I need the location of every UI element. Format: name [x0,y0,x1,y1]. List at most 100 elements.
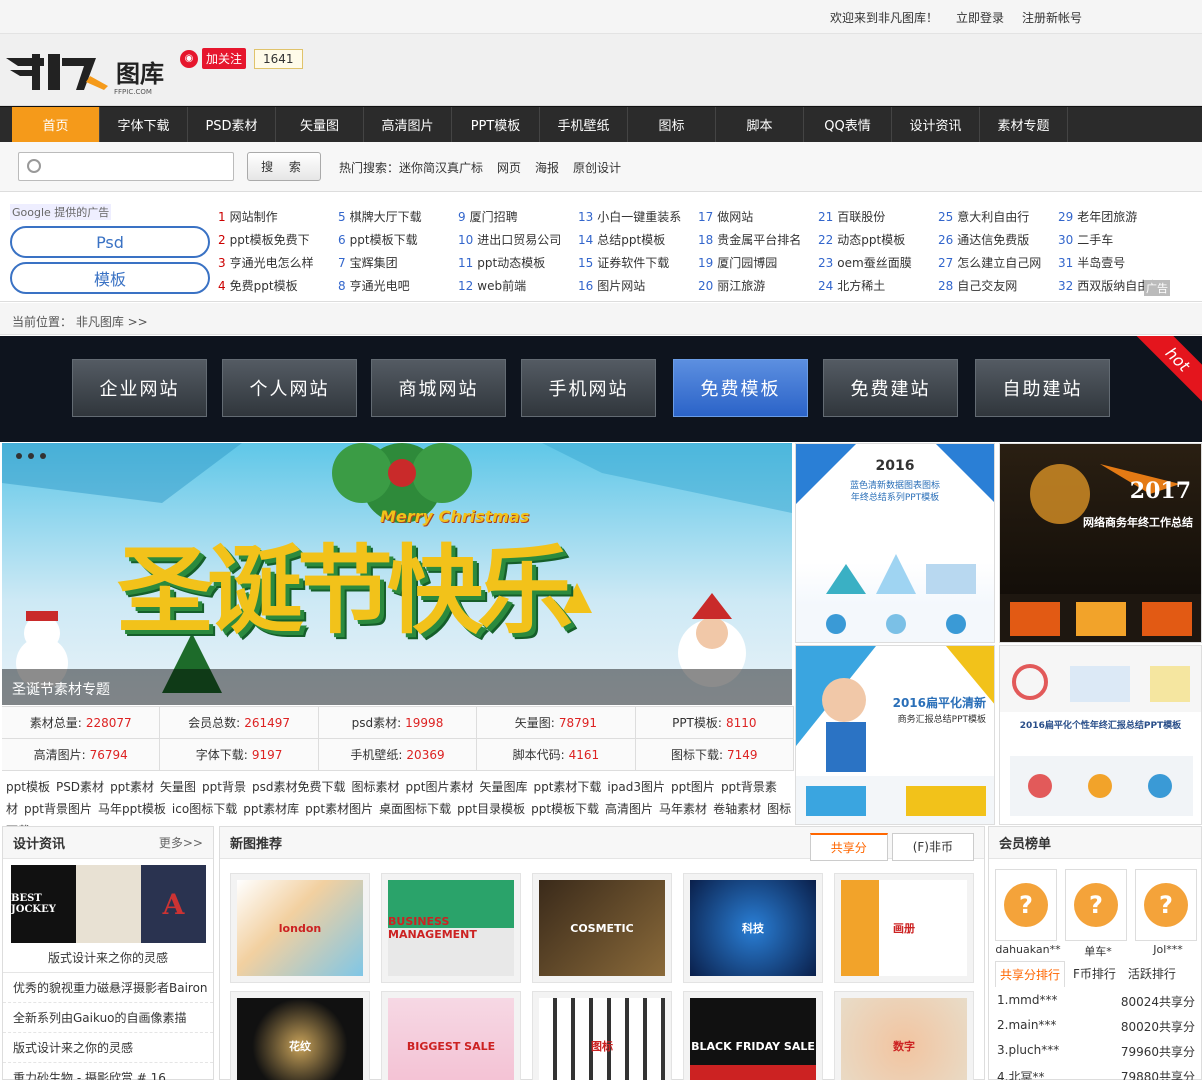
hot-search-link[interactable]: 原创设计 [573,159,621,176]
ad-keyword[interactable]: 26 通达信免费版 [938,231,1058,248]
site-logo[interactable]: 图库 FFPIC.COM [4,46,174,96]
nav-item-10[interactable]: 设计资讯 [892,107,980,142]
ad-keyword[interactable]: 16 图片网站 [578,277,698,294]
ad-keyword[interactable]: 10 进出口贸易公司 [458,231,578,248]
tag-link[interactable]: 桌面图标下载 [379,802,451,816]
ad-keyword[interactable]: 9 厦门招聘 [458,208,578,225]
ad-keyword[interactable]: 14 总结ppt模板 [578,231,698,248]
hot-search-link[interactable]: 海报 [535,159,559,176]
tag-link[interactable]: ppt素材 [110,780,154,794]
nav-item-2[interactable]: PSD素材 [188,107,276,142]
ad-keyword[interactable]: 25 意大利自由行 [938,208,1058,225]
follow-button[interactable]: 加关注 [202,48,247,69]
tag-link[interactable]: PSD素材 [56,780,104,794]
tag-link[interactable]: ppt图片素材 [406,780,474,794]
search-button[interactable]: 搜 索 [247,152,321,181]
new-image-thumb[interactable]: 数字 [834,991,974,1080]
tag-link[interactable]: 矢量图 [160,780,196,794]
member-avatar[interactable] [995,869,1057,941]
hero-slider[interactable]: Merry Christmas 圣诞节快乐 圣诞节素材专题 [2,443,792,705]
tab-share-points[interactable]: 共享分 [809,833,888,861]
banner-button-0[interactable]: 企业网站 [72,359,207,417]
tag-link[interactable]: 图标素材 [351,780,399,794]
ad-keyword[interactable]: 30 二手车 [1058,231,1178,248]
member-name[interactable]: Jol*** [1135,943,1201,956]
tab-f-coin[interactable]: (F)非币 [891,833,974,861]
banner-button-5[interactable]: 免费建站 [823,359,958,417]
tag-link[interactable]: ppt素材下载 [533,780,601,794]
slider-dots[interactable] [16,453,46,459]
login-link[interactable]: 立即登录 [956,9,1004,26]
ad-keyword[interactable]: 19 厦门园博园 [698,254,818,271]
ad-keyword[interactable]: 29 老年团旅游 [1058,208,1178,225]
ad-keyword[interactable]: 8 亨通光电吧 [338,277,458,294]
rank-row[interactable]: 4.北冥** 79880共享分 [997,1064,1195,1080]
nav-item-7[interactable]: 图标 [628,107,716,142]
ad-keyword[interactable]: 21 百联股份 [818,208,938,225]
news-item[interactable]: 重力砂生物 - 摄影欣赏 # 16 [3,1063,213,1080]
banner-button-4[interactable]: 免费模板 [673,359,808,417]
news-item[interactable]: 优秀的貌视重力磁悬浮摄影者Bairon [3,973,213,1003]
new-image-thumb[interactable]: 画册 [834,873,974,983]
nav-item-11[interactable]: 素材专题 [980,107,1068,142]
tag-link[interactable]: ico图标下载 [172,802,237,816]
ad-pill-psd[interactable]: Psd [10,226,210,258]
banner-button-3[interactable]: 手机网站 [521,359,656,417]
register-link[interactable]: 注册新帐号 [1022,9,1082,26]
nav-item-0[interactable]: 首页 [12,107,100,142]
tag-link[interactable]: 卷轴素材 [713,802,761,816]
thumb-2017-business[interactable]: 2017 网络商务年终工作总结 [999,443,1202,643]
member-name[interactable]: 单车* [1065,943,1131,959]
ad-keyword[interactable]: 27 怎么建立自己网 [938,254,1058,271]
design-news-image[interactable]: BEST JOCKEY A [11,865,206,943]
new-image-thumb[interactable]: 科技 [683,873,823,983]
tab-share-rank[interactable]: 共享分排行 [995,961,1066,987]
member-avatar[interactable] [1065,869,1127,941]
tag-link[interactable]: 高清图片 [605,802,653,816]
tag-link[interactable]: psd素材免费下载 [252,780,346,794]
new-image-thumb[interactable]: BLACK FRIDAY SALE [683,991,823,1080]
new-image-thumb[interactable]: BUSINESS MANAGEMENT [381,873,521,983]
tag-link[interactable]: ppt图片 [671,780,715,794]
ad-keyword[interactable]: 23 oem蚕丝面膜 [818,254,938,271]
banner-button-2[interactable]: 商城网站 [371,359,506,417]
tag-link[interactable]: ipad3图片 [607,780,665,794]
search-input[interactable] [18,152,234,181]
tag-link[interactable]: ppt素材库 [243,802,299,816]
nav-item-1[interactable]: 字体下载 [100,107,188,142]
new-image-thumb[interactable]: 花纹 [230,991,370,1080]
nav-item-9[interactable]: QQ表情 [804,107,892,142]
rank-row[interactable]: 1.mmd*** 80024共享分 [997,989,1195,1014]
ad-keyword[interactable]: 7 宝辉集团 [338,254,458,271]
nav-item-4[interactable]: 高清图片 [364,107,452,142]
tag-link[interactable]: 马年素材 [659,802,707,816]
ad-keyword[interactable]: 24 北方稀土 [818,277,938,294]
member-avatar[interactable] [1135,869,1197,941]
tab-fcoin-rank[interactable]: F币排行 [1069,961,1120,987]
member-name[interactable]: dahuakan** [995,943,1061,956]
tag-link[interactable]: 马年ppt模板 [98,802,166,816]
tab-active-rank[interactable]: 活跃排行 [1124,961,1180,987]
rank-row[interactable]: 2.main*** 80020共享分 [997,1014,1195,1039]
design-news-image-caption[interactable]: 版式设计来之你的灵感 [3,943,213,973]
ad-keyword[interactable]: 5 棋牌大厅下载 [338,208,458,225]
ad-keyword[interactable]: 4 免费ppt模板 [218,277,338,294]
hero-caption[interactable]: 圣诞节素材专题 [2,669,792,705]
ad-keyword[interactable]: 11 ppt动态模板 [458,254,578,271]
nav-item-6[interactable]: 手机壁纸 [540,107,628,142]
ad-keyword[interactable]: 17 做网站 [698,208,818,225]
news-item[interactable]: 全新系列由Gaikuo的自画像素描 [3,1003,213,1033]
ad-keyword[interactable]: 15 证券软件下载 [578,254,698,271]
nav-item-8[interactable]: 脚本 [716,107,804,142]
ad-keyword[interactable]: 6 ppt模板下载 [338,231,458,248]
hot-search-link[interactable]: 网页 [497,159,521,176]
rank-row[interactable]: 3.pluch*** 79960共享分 [997,1039,1195,1064]
ad-pill-template[interactable]: 模板 [10,262,210,294]
ad-keyword[interactable]: 28 自己交友网 [938,277,1058,294]
design-news-more[interactable]: 更多>> [159,834,203,851]
tag-link[interactable]: ppt背景 [202,780,246,794]
ad-keyword[interactable]: 3 亨通光电怎么样 [218,254,338,271]
ad-keyword[interactable]: 12 web前端 [458,277,578,294]
ad-keyword[interactable]: 2 ppt模板免费下 [218,231,338,248]
thumb-2016-chart-ppt[interactable]: 2016 蓝色清新数据图表图标 年终总结系列PPT模板 [795,443,995,643]
